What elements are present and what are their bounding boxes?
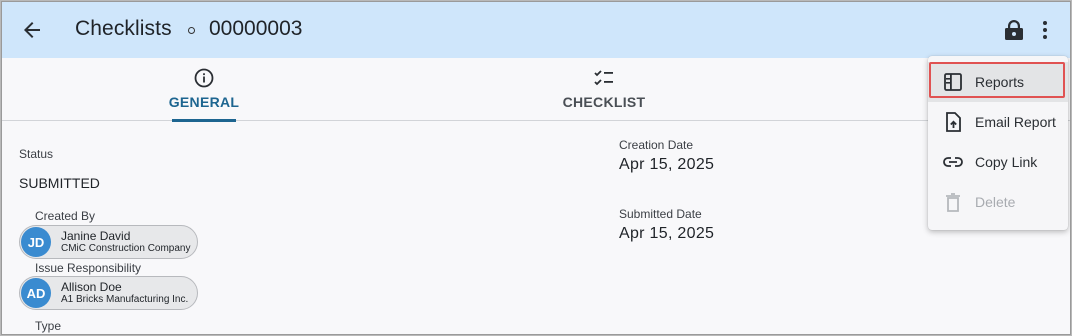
tab-general-label: GENERAL — [168, 94, 240, 110]
record-id: 00000003 — [209, 17, 303, 40]
avatar: JD — [21, 227, 51, 257]
created-by-name: Janine David — [61, 228, 131, 243]
type-label: Type — [35, 319, 62, 333]
back-arrow-icon[interactable] — [20, 18, 44, 42]
created-by-label: Created By — [35, 209, 96, 223]
menu-item-copy-link[interactable]: Copy Link — [928, 142, 1068, 182]
menu-item-delete[interactable]: Delete — [928, 182, 1068, 222]
creation-date-label: Creation Date — [619, 138, 694, 152]
lock-icon[interactable] — [1005, 20, 1023, 40]
created-by-info: Janine David CMiC Construction Company — [61, 228, 191, 255]
tab-checklist[interactable]: CHECKLIST — [552, 58, 656, 121]
created-by-chip[interactable]: JD Janine David CMiC Construction Compan… — [19, 225, 198, 259]
submitted-date-label: Submitted Date — [619, 207, 702, 221]
issue-responsibility-company: A1 Bricks Manufacturing Inc. — [61, 294, 189, 306]
menu-item-reports-label: Reports — [975, 74, 1025, 90]
app-window: Checklists 00000003 GENERAL CHECKLIST St… — [1, 1, 1071, 335]
more-vertical-icon[interactable] — [1038, 18, 1052, 42]
page-title: Checklists — [75, 17, 172, 40]
issue-responsibility-label: Issue Responsibility — [35, 261, 142, 275]
submitted-date-value: Apr 15, 2025 — [619, 225, 715, 242]
avatar: AD — [21, 278, 51, 308]
tab-general[interactable]: GENERAL — [162, 58, 246, 122]
link-icon — [943, 157, 963, 167]
info-icon — [194, 68, 214, 88]
status-value: SUBMITTED — [19, 175, 100, 191]
menu-item-email-report[interactable]: Email Report — [928, 102, 1068, 142]
report-icon — [944, 73, 962, 91]
menu-item-email-report-label: Email Report — [975, 114, 1056, 130]
title-separator-icon — [188, 27, 195, 34]
tab-checklist-label: CHECKLIST — [562, 94, 646, 110]
active-tab-indicator — [172, 119, 236, 122]
creation-date-value: Apr 15, 2025 — [619, 156, 715, 173]
app-header: Checklists 00000003 — [2, 2, 1070, 58]
menu-item-copy-link-label: Copy Link — [975, 154, 1038, 170]
email-report-icon — [946, 112, 961, 132]
status-label: Status — [19, 147, 54, 161]
menu-item-delete-label: Delete — [975, 194, 1016, 210]
tab-bar: GENERAL CHECKLIST — [2, 58, 1070, 122]
menu-item-reports[interactable]: Reports — [928, 62, 1068, 102]
overflow-menu: Reports Email Report Copy Link Delete — [928, 56, 1068, 230]
issue-responsibility-name: Allison Doe — [61, 279, 122, 294]
trash-icon — [946, 193, 960, 212]
issue-responsibility-info: Allison Doe A1 Bricks Manufacturing Inc. — [61, 279, 189, 306]
issue-responsibility-chip[interactable]: AD Allison Doe A1 Bricks Manufacturing I… — [19, 276, 198, 310]
created-by-company: CMiC Construction Company — [61, 243, 191, 255]
checklist-icon — [594, 70, 613, 86]
